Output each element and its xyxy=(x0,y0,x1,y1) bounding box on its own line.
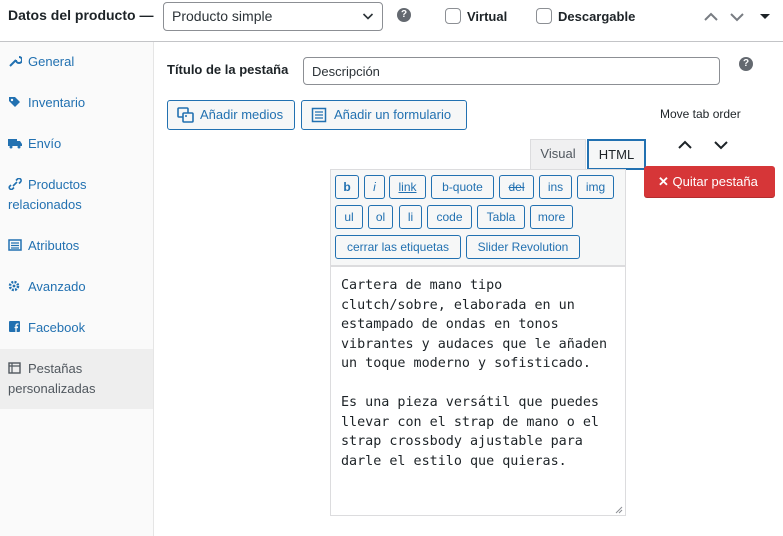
tab-content-textarea[interactable]: Cartera de mano tipo clutch/sobre, elabo… xyxy=(330,266,626,516)
sidebar-item-general[interactable]: General xyxy=(0,52,153,72)
product-data-title: Datos del producto — xyxy=(8,7,154,23)
qt-img-button[interactable]: img xyxy=(577,175,614,199)
chevron-down-icon xyxy=(362,13,374,20)
sidebar-item-productos-relacionados[interactable]: Productos relacionados xyxy=(0,175,140,215)
qt-link-button[interactable]: link xyxy=(389,175,426,199)
product-type-select[interactable]: Producto simple xyxy=(163,2,383,31)
sidebar-item-label: Envío xyxy=(28,136,62,151)
form-icon xyxy=(311,107,327,123)
sidebar-item-inventario[interactable]: Inventario xyxy=(0,93,153,113)
product-data-tabs: General Inventario Envío Productos relac… xyxy=(0,42,154,536)
sidebar-item-envio[interactable]: Envío xyxy=(0,134,153,154)
downloadable-checkbox[interactable] xyxy=(536,8,552,24)
remove-tab-label: Quitar pestaña xyxy=(672,174,758,189)
truck-icon xyxy=(8,139,22,149)
chevron-down-icon[interactable] xyxy=(729,9,745,25)
move-down-icon[interactable] xyxy=(713,137,729,153)
sidebar-item-atributos[interactable]: Atributos xyxy=(0,236,153,256)
resize-grip-icon[interactable] xyxy=(615,506,623,514)
link-icon xyxy=(8,178,22,190)
wrench-icon xyxy=(9,56,22,67)
qt-slider-revolution-button[interactable]: Slider Revolution xyxy=(466,235,580,259)
tab-title-label: Título de la pestaña xyxy=(167,62,289,77)
qt-bquote-button[interactable]: b-quote xyxy=(431,175,494,199)
sidebar-item-label: General xyxy=(28,54,75,69)
add-media-label: Añadir medios xyxy=(200,107,284,122)
qt-ol-button[interactable]: ol xyxy=(368,205,393,229)
remove-tab-button[interactable]: ✕ Quitar pestaña xyxy=(644,166,775,197)
qt-italic-button[interactable]: i xyxy=(364,175,385,199)
virtual-label[interactable]: Virtual xyxy=(467,9,507,24)
downloadable-label[interactable]: Descargable xyxy=(558,9,635,24)
sidebar-item-label: Avanzado xyxy=(28,279,86,294)
move-up-icon[interactable] xyxy=(677,137,693,153)
qt-more-button[interactable]: more xyxy=(530,205,573,229)
virtual-checkbox[interactable] xyxy=(445,8,461,24)
facebook-icon xyxy=(9,321,20,332)
help-icon[interactable]: ? xyxy=(397,8,411,22)
sidebar-item-pestanas-personalizadas[interactable]: Pestañas personalizadas xyxy=(0,349,153,409)
tab-title-input[interactable]: Descripción xyxy=(303,57,720,85)
quicktags-toolbar: b i link b-quote del ins img ul ol li co… xyxy=(330,169,626,266)
chevron-up-icon[interactable] xyxy=(703,9,719,25)
sidebar-item-label: Facebook xyxy=(28,320,86,335)
list-icon xyxy=(8,239,22,251)
qt-del-button[interactable]: del xyxy=(499,175,534,199)
table-icon xyxy=(8,362,21,374)
qt-bold-button[interactable]: b xyxy=(335,175,359,199)
sidebar-item-avanzado[interactable]: Avanzado xyxy=(0,277,153,297)
add-form-button[interactable]: Añadir un formulario xyxy=(301,100,467,130)
collapse-arrow-icon[interactable] xyxy=(757,9,773,25)
move-tab-order-label: Move tab order xyxy=(660,107,741,121)
media-icon xyxy=(177,107,194,123)
add-form-label: Añadir un formulario xyxy=(334,107,452,122)
add-media-button[interactable]: Añadir medios xyxy=(167,100,295,130)
qt-ins-button[interactable]: ins xyxy=(539,175,572,199)
help-icon[interactable]: ? xyxy=(739,57,753,71)
sidebar-item-facebook[interactable]: Facebook xyxy=(0,318,153,338)
sidebar-item-label: Inventario xyxy=(28,95,86,110)
gear-icon xyxy=(8,280,20,292)
product-type-value: Producto simple xyxy=(172,8,273,24)
qt-close-tags-button[interactable]: cerrar las etiquetas xyxy=(335,235,461,259)
tag-icon xyxy=(9,97,20,107)
close-icon: ✕ xyxy=(658,174,669,189)
qt-table-button[interactable]: Tabla xyxy=(477,205,525,229)
qt-ul-button[interactable]: ul xyxy=(335,205,363,229)
qt-li-button[interactable]: li xyxy=(399,205,422,229)
tab-visual[interactable]: Visual xyxy=(530,139,586,170)
qt-code-button[interactable]: code xyxy=(427,205,472,229)
tab-html[interactable]: HTML xyxy=(587,139,646,170)
sidebar-item-label: Atributos xyxy=(28,238,80,253)
product-data-header: Datos del producto — Producto simple ? V… xyxy=(0,0,783,42)
